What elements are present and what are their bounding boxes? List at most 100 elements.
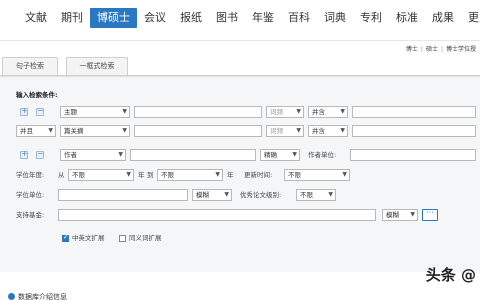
search-input-1[interactable] <box>134 106 262 118</box>
excellent-thesis-select-value: 不限 <box>300 191 313 199</box>
nav-item-cidian[interactable]: 词典 <box>317 8 353 28</box>
fund-input[interactable] <box>58 209 376 221</box>
year-from-select[interactable]: 不限 ▼ <box>68 169 134 181</box>
degree-unit-input[interactable] <box>58 189 188 201</box>
logic-select-2[interactable]: 并且 ▼ <box>16 125 56 137</box>
chevron-down-icon: ▼ <box>292 151 297 158</box>
fund-match-select-value: 模糊 <box>386 211 399 219</box>
field-select-2-value: 篇关摘 <box>64 127 84 135</box>
to-label: 到 <box>147 171 154 179</box>
year-to-select[interactable]: 不限 ▼ <box>157 169 223 181</box>
chevron-down-icon: ▼ <box>118 151 123 158</box>
search-input-1b[interactable] <box>352 106 476 118</box>
nav-item-chengguo[interactable]: 成果 <box>425 8 461 28</box>
year-unit-label: 年 <box>227 171 234 179</box>
fund-more-button[interactable]: ··· <box>422 209 438 221</box>
cn-en-expand-checkbox[interactable] <box>62 233 69 242</box>
chevron-down-icon: ▼ <box>224 191 229 198</box>
breadcrumb: 博士 | 硕士 | 博士学位授 <box>406 44 476 53</box>
breadcrumb-bar: 博士 | 硕士 | 博士学位授 <box>0 40 480 56</box>
nav-item-huiyi[interactable]: 会议 <box>137 8 173 28</box>
tab-sentence-search[interactable]: 句子检索 <box>2 57 58 75</box>
nav-item-wenxian[interactable]: 文献 <box>18 8 54 28</box>
chevron-down-icon: ▼ <box>296 108 301 115</box>
match-select-2-value: 并含 <box>312 127 325 135</box>
from-label: 从 <box>58 171 65 179</box>
nav-item-tushu[interactable]: 图书 <box>209 8 245 28</box>
degree-unit-match-select[interactable]: 模糊 ▼ <box>192 189 232 201</box>
chevron-down-icon: ▼ <box>215 171 220 178</box>
excellent-thesis-select[interactable]: 不限 ▼ <box>296 189 336 201</box>
search-input-2[interactable] <box>134 125 262 137</box>
tab-single-box-search[interactable]: 一框式检索 <box>66 57 128 75</box>
watermark: 头条 @ <box>425 266 476 284</box>
author-unit-input[interactable] <box>350 149 476 161</box>
year-unit-label: 年 <box>138 171 145 179</box>
field-select-2[interactable]: 篇关摘 ▼ <box>60 125 130 137</box>
breadcrumb-item-shuoshi[interactable]: 硕士 <box>426 46 438 53</box>
degree-unit-label: 学位单位: <box>16 191 45 199</box>
chevron-down-icon: ▼ <box>410 211 415 218</box>
search-panel: 输入检索条件: 主题 ▼ 词频 ▼ 并含 ▼ 并且 ▼ 篇关摘 ▼ 词频 ▼ 并含 ▼ 作者 ▼… <box>0 76 480 272</box>
breadcrumb-separator: | <box>440 46 443 53</box>
breadcrumb-item-boshi-xuewei[interactable]: 博士学位授 <box>446 46 476 53</box>
freq-select-2-value: 词频 <box>270 127 283 135</box>
match-select-1-value: 并含 <box>312 108 325 116</box>
nav-item-boshuoshi[interactable]: 博硕士 <box>90 8 137 28</box>
nav-more-label: 更多 <box>468 11 480 24</box>
freq-select-1-value: 词频 <box>270 108 283 116</box>
author-match-select[interactable]: 精确 ▼ <box>260 149 300 161</box>
field-select-1[interactable]: 主题 ▼ <box>60 106 130 118</box>
breadcrumb-item-boshi[interactable]: 博士 <box>406 46 418 53</box>
chevron-down-icon: ▼ <box>340 127 345 134</box>
nav-item-baike[interactable]: 百科 <box>281 8 317 28</box>
nav-item-zhuanli[interactable]: 专利 <box>353 8 389 28</box>
nav-item-gengduo[interactable]: 更多› <box>461 8 480 28</box>
author-match-select-value: 精确 <box>264 151 277 159</box>
bottom-text[interactable]: 数据库介绍信息 <box>18 292 67 300</box>
update-time-select-value: 不限 <box>288 171 301 179</box>
search-tabs: 句子检索 一框式检索 <box>0 56 480 76</box>
chevron-down-icon: ▼ <box>48 127 53 134</box>
update-time-select[interactable]: 不限 ▼ <box>284 169 350 181</box>
chevron-down-icon: ▼ <box>328 191 333 198</box>
breadcrumb-separator: | <box>420 46 423 53</box>
chevron-down-icon: ▼ <box>122 127 127 134</box>
update-time-label: 更新时间: <box>244 171 273 179</box>
nav-item-baozhi[interactable]: 报纸 <box>173 8 209 28</box>
logic-select-2-value: 并且 <box>20 127 33 135</box>
chevron-down-icon: ▼ <box>296 127 301 134</box>
section-title: 输入检索条件: <box>16 91 58 99</box>
info-icon <box>8 293 15 300</box>
chevron-down-icon: ▼ <box>122 108 127 115</box>
chevron-down-icon: ▼ <box>340 108 345 115</box>
field-select-3[interactable]: 作者 ▼ <box>60 149 126 161</box>
top-nav: 文献 期刊 博硕士 会议 报纸 图书 年鉴 百科 词典 专利 标准 成果 更多› <box>0 0 480 36</box>
add-row-plus-icon[interactable] <box>20 106 28 116</box>
nav-item-nianjian[interactable]: 年鉴 <box>245 8 281 28</box>
chevron-down-icon: ▼ <box>342 171 347 178</box>
remove-row-minus-icon[interactable] <box>36 149 44 159</box>
degree-year-label: 学位年度: <box>16 171 45 179</box>
synonym-expand-checkbox[interactable] <box>119 235 126 242</box>
author-input[interactable] <box>130 149 256 161</box>
bottom-strip: 数据库介绍信息 <box>0 272 480 300</box>
chevron-down-icon: ▼ <box>126 171 131 178</box>
cn-en-expand-label: 中英文扩展 <box>72 234 105 242</box>
fund-match-select[interactable]: 模糊 ▼ <box>382 209 418 221</box>
search-input-2b[interactable] <box>352 125 476 137</box>
fund-label: 支持基金: <box>16 211 45 219</box>
synonym-expand-label: 同义词扩展 <box>129 234 162 242</box>
field-select-3-value: 作者 <box>64 151 77 159</box>
freq-select-2[interactable]: 词频 ▼ <box>266 125 304 137</box>
nav-item-qikan[interactable]: 期刊 <box>54 8 90 28</box>
nav-item-biaozhun[interactable]: 标准 <box>389 8 425 28</box>
field-select-1-value: 主题 <box>64 108 77 116</box>
match-select-1[interactable]: 并含 ▼ <box>308 106 348 118</box>
remove-row-minus-icon[interactable] <box>36 106 44 116</box>
author-unit-label: 作者单位: <box>308 151 337 159</box>
add-row-plus-icon[interactable] <box>20 149 28 159</box>
excellent-thesis-label: 优秀论文级别: <box>240 191 282 199</box>
match-select-2[interactable]: 并含 ▼ <box>308 125 348 137</box>
freq-select-1[interactable]: 词频 ▼ <box>266 106 304 118</box>
